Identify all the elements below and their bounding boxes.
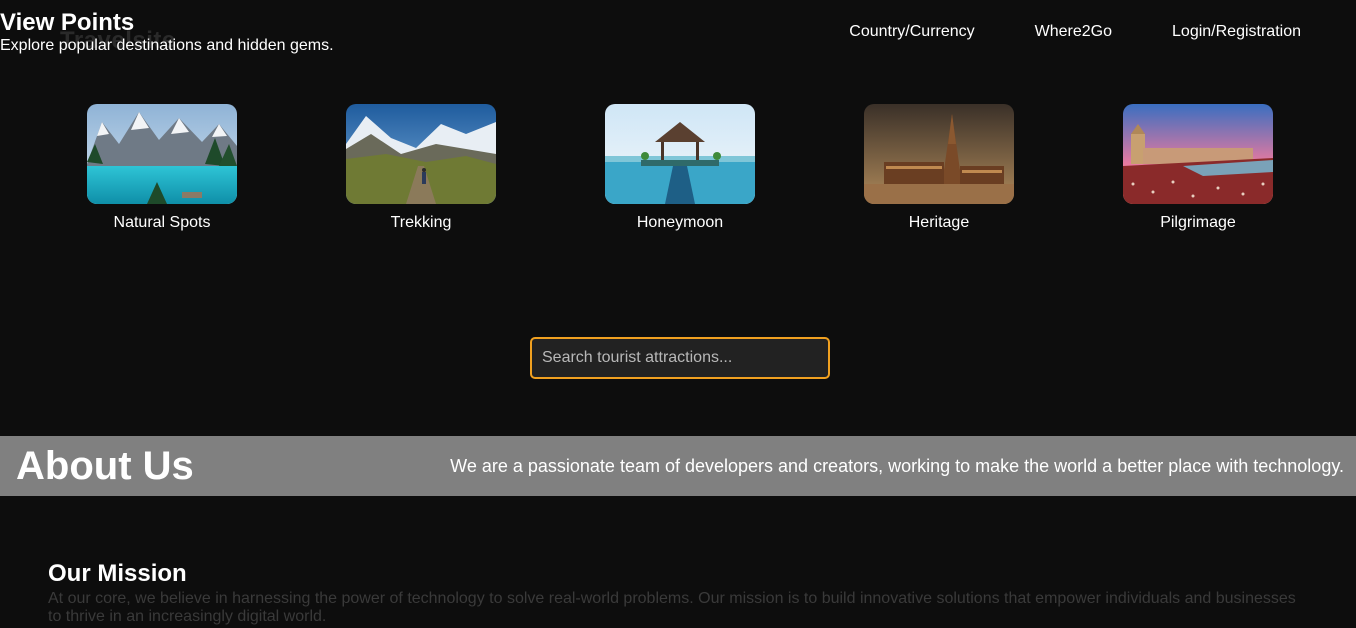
category-pilgrimage[interactable]: Pilgrimage [1123, 104, 1273, 233]
nav-login-registration[interactable]: Login/Registration [1172, 22, 1301, 42]
category-natural-spots[interactable]: Natural Spots [87, 104, 237, 233]
category-label: Trekking [390, 214, 452, 231]
site-tagline: Explore popular destinations and hidden … [0, 37, 334, 54]
site-title[interactable]: View Points [0, 9, 334, 37]
main-nav: Country/Currency Where2Go Login/Registra… [849, 22, 1301, 42]
nav-country-currency[interactable]: Country/Currency [849, 22, 974, 42]
temple-tower-image[interactable] [864, 104, 1014, 204]
category-label: Honeymoon [636, 214, 724, 231]
category-label: Pilgrimage [1160, 214, 1236, 231]
category-label: Natural Spots [113, 214, 211, 231]
category-trekking[interactable]: Trekking [346, 104, 496, 233]
category-heritage[interactable]: Heritage [864, 104, 1014, 233]
mission-section: Our Mission At our core, we believe in h… [48, 561, 1308, 626]
category-label: Heritage [908, 214, 970, 231]
mission-title: Our Mission [48, 560, 187, 587]
mission-text: At our core, we believe in harnessing th… [48, 590, 1296, 625]
category-honeymoon[interactable]: Honeymoon [605, 104, 755, 233]
brand: Travelsite View Points Explore popular d… [0, 9, 334, 55]
mountain-lake-image[interactable] [87, 104, 237, 204]
nav-where2go[interactable]: Where2Go [1035, 22, 1112, 42]
about-title: About Us [16, 444, 194, 488]
mountain-trail-image[interactable] [346, 104, 496, 204]
search-input[interactable] [530, 337, 830, 379]
about-section: About Us We are a passionate team of dev… [0, 436, 1356, 496]
about-text: We are a passionate team of developers a… [450, 456, 1344, 476]
river-ghat-image[interactable] [1123, 104, 1273, 204]
overwater-gazebo-image[interactable] [605, 104, 755, 204]
